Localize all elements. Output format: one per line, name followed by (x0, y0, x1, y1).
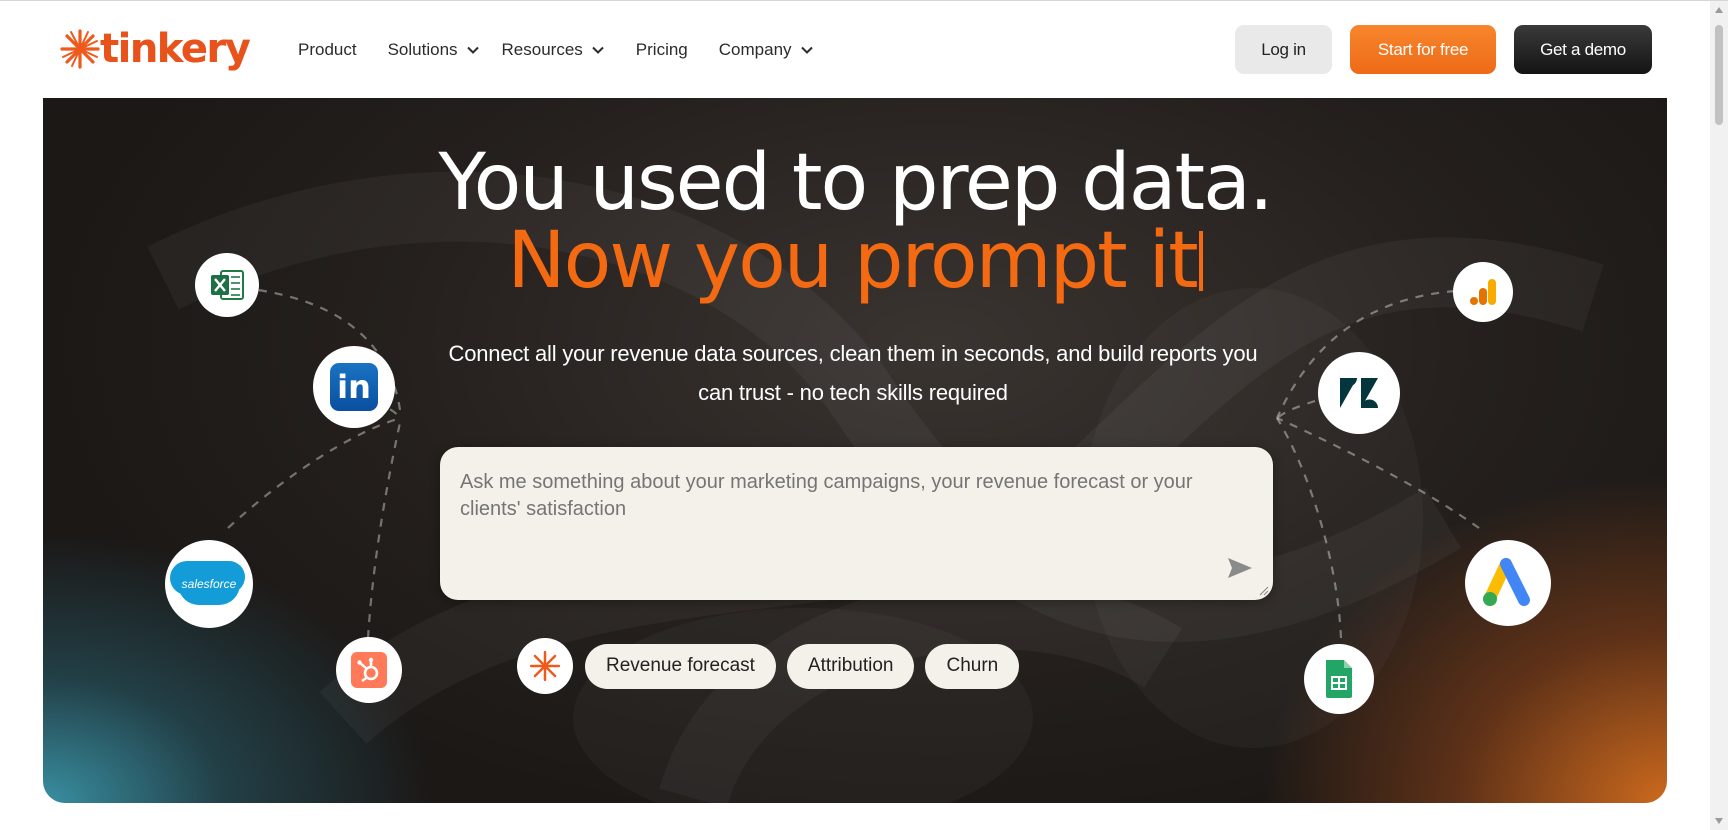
nav-product-label: Product (298, 40, 357, 59)
tinkery-burst-icon (529, 650, 561, 682)
google-sheets-integration (1304, 644, 1374, 714)
chevron-down-icon (800, 46, 813, 54)
google-ads-integration (1465, 540, 1551, 626)
login-button[interactable]: Log in (1235, 25, 1332, 74)
google-analytics-icon (1470, 279, 1496, 305)
tinkery-burst-icon (60, 29, 100, 69)
scroll-thumb[interactable] (1715, 25, 1723, 125)
main-nav: Product Solutions Resources Pricing Comp… (298, 31, 845, 69)
google-ads-icon (1483, 558, 1530, 606)
hubspot-icon (351, 652, 387, 688)
hero-section: You used to prep data. Now you prompt it… (43, 98, 1667, 803)
suggestion-chips: Revenue forecast Attribution Churn (517, 638, 1030, 694)
start-for-free-button[interactable]: Start for free (1350, 25, 1496, 74)
nav-product[interactable]: Product (298, 40, 357, 60)
hero-subtitle: Connect all your revenue data sources, c… (448, 341, 1258, 405)
zendesk-integration (1318, 352, 1400, 434)
prompt-box (440, 447, 1273, 600)
logo-wordmark: tinkery (100, 26, 251, 72)
chevron-down-icon (592, 46, 604, 54)
nav-pricing-label: Pricing (635, 40, 688, 59)
excel-integration (195, 253, 259, 317)
scroll-down-arrow-icon[interactable] (1715, 818, 1723, 824)
hero-headline-line1: You used to prep data. (438, 138, 1273, 228)
google-analytics-integration (1453, 262, 1513, 322)
tinkery-logo[interactable]: tinkery (58, 25, 251, 73)
resize-grip-icon[interactable] (1259, 586, 1269, 596)
site-header: tinkery Product Solutions Resources Pric… (0, 1, 1710, 97)
chip-churn[interactable]: Churn (925, 643, 1020, 689)
hero-headline-line2-text: Now you prompt it (507, 216, 1198, 306)
nav-resources-label: Resources (501, 40, 583, 59)
linkedin-integration: in (313, 346, 395, 428)
google-sheets-icon (1326, 660, 1352, 698)
chevron-down-icon (466, 46, 479, 54)
excel-icon (211, 270, 244, 300)
typing-cursor (1198, 231, 1203, 291)
salesforce-icon-label: salesforce (181, 577, 237, 591)
get-a-demo-button[interactable]: Get a demo (1514, 25, 1652, 74)
hero-headline-line2: Now you prompt it (43, 216, 1667, 306)
salesforce-icon: salesforce (178, 563, 240, 605)
nav-pricing[interactable]: Pricing (636, 40, 688, 60)
chip-attribution[interactable]: Attribution (786, 643, 915, 689)
send-icon[interactable] (1225, 555, 1255, 581)
prompt-input[interactable] (458, 467, 1242, 525)
hubspot-integration (336, 637, 402, 703)
nav-solutions[interactable]: Solutions (388, 40, 480, 60)
nav-solutions-label: Solutions (387, 40, 458, 59)
zendesk-icon (1340, 378, 1378, 408)
nav-company[interactable]: Company (719, 40, 814, 60)
nav-company-label: Company (718, 40, 792, 59)
page-scrollbar[interactable] (1710, 1, 1728, 830)
nav-resources[interactable]: Resources (502, 40, 605, 60)
chip-revenue-forecast[interactable]: Revenue forecast (585, 643, 776, 689)
scroll-up-arrow-icon[interactable] (1715, 7, 1723, 13)
linkedin-icon-label: in (337, 368, 371, 406)
tinkery-chip-logo (517, 638, 573, 694)
salesforce-integration: salesforce (165, 540, 253, 628)
linkedin-icon: in (330, 363, 378, 411)
